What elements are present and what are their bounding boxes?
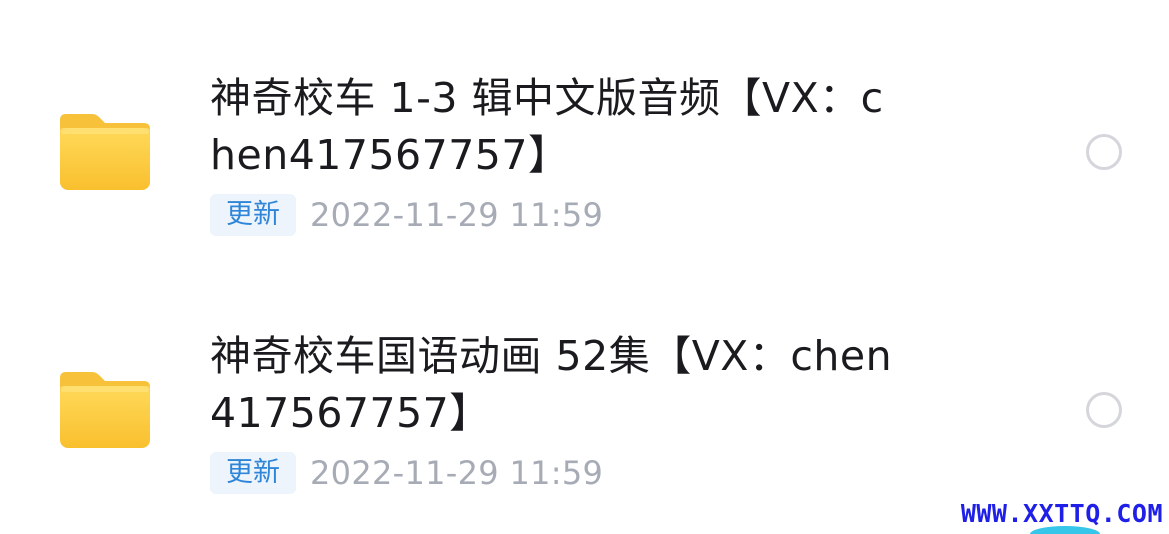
select-radio-button[interactable] bbox=[1086, 134, 1122, 170]
select-radio-button[interactable] bbox=[1086, 392, 1122, 428]
update-badge: 更新 bbox=[210, 452, 296, 494]
file-meta: 更新 2022-11-29 11:59 bbox=[210, 451, 603, 495]
file-meta: 更新 2022-11-29 11:59 bbox=[210, 193, 603, 237]
timestamp: 2022-11-29 11:59 bbox=[310, 454, 604, 492]
folder-icon bbox=[60, 114, 150, 190]
watermark: WWW.XXTTQ.COM bbox=[960, 499, 1163, 528]
timestamp: 2022-11-29 11:59 bbox=[310, 196, 604, 234]
file-title[interactable]: 神奇校车国语动画 52集【VX：chen417567757】 bbox=[210, 328, 910, 442]
file-list-screen: 神奇校车 1-3 辑中文版音频【VX：chen417567757】 更新 202… bbox=[0, 0, 1169, 534]
update-badge: 更新 bbox=[210, 194, 296, 236]
file-title[interactable]: 神奇校车 1-3 辑中文版音频【VX：chen417567757】 bbox=[210, 70, 910, 184]
list-item[interactable]: 神奇校车 1-3 辑中文版音频【VX：chen417567757】 更新 202… bbox=[0, 0, 1169, 250]
folder-icon bbox=[60, 372, 150, 448]
list-item[interactable]: 神奇校车国语动画 52集【VX：chen417567757】 更新 2022-1… bbox=[0, 258, 1169, 508]
